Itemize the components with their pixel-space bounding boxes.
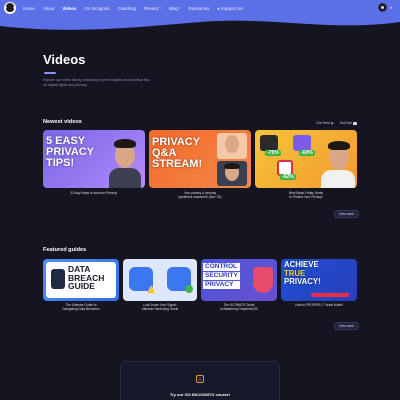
featured-guides-heading: Featured guides [43, 247, 87, 253]
thumb-text: TIPS! [46, 157, 75, 169]
thumb-text: CONTROL [203, 263, 240, 272]
link-label: Our Feed [316, 121, 330, 125]
nav-label: Videos [62, 5, 77, 11]
guide-thumbnail[interactable]: CONTROL SECURITY PRIVACY [201, 259, 277, 301]
thumb-text: PRIVACY! [284, 277, 321, 287]
discount-badge: -60% [299, 150, 315, 156]
user-avatar-icon[interactable] [378, 3, 388, 12]
guide-card-threat-model[interactable]: ACHIEVE TRUE PRIVACY! How to PROPERLY Th… [281, 259, 357, 319]
thumb-text: STREAM! [152, 158, 203, 170]
guide-thumbnail[interactable]: DATA BREACH GUIDE [43, 259, 119, 301]
thumb-text: PRIVACY [203, 281, 240, 290]
nav-label: Coaching [117, 5, 136, 11]
chevron-down-icon[interactable]: ▾ [390, 6, 392, 10]
feed-links: Our Feed ◉ YouTube [316, 121, 357, 125]
guide-thumbnail[interactable] [123, 259, 197, 301]
video-card-easy-privacy-tips[interactable]: 5 EASY PRIVACY TIPS! 5 Easy Ways to Impr… [43, 130, 145, 200]
nav-item-privacy[interactable]: Privacy ▾ [141, 4, 164, 13]
page-title: Videos [43, 52, 86, 67]
page-description: Explore our video library, featuring exp… [43, 78, 150, 87]
guide-caption[interactable]: Ultimate Hardening Guide [123, 307, 197, 311]
guide-card-grapheneos[interactable]: CONTROL SECURITY PRIVACY The ULTIMATE Gu… [201, 259, 277, 319]
nav-item-resources[interactable]: Resources [185, 4, 212, 13]
video-thumbnail[interactable]: -75% -60% -62% [255, 130, 357, 188]
checkmark-icon [185, 285, 193, 293]
chevron-down-icon: ▾ [159, 6, 162, 10]
view-more-videos-button[interactable]: View more [334, 210, 359, 218]
video-caption[interactable]: 5 Easy Ways to Improve Privacy! [43, 191, 145, 195]
presenter-figure [321, 170, 355, 188]
presenter-hair [328, 141, 350, 150]
discount-badge: -75% [265, 150, 281, 156]
video-card-privacy-qa-stream[interactable]: PRIVACY Q&A STREAM! Your privacy & secur… [149, 130, 251, 200]
video-card-black-friday-deals[interactable]: -75% -60% -62% Best Black Friday Deals t… [255, 130, 357, 200]
nav-item-about[interactable]: About [40, 4, 57, 13]
view-more-guides-button[interactable]: View more [334, 322, 359, 330]
incognito-course-icon: ◎ [196, 375, 204, 383]
guide-card-signal-hardening[interactable]: Lock Down Your Signal: Ultimate Hardenin… [123, 259, 197, 319]
our-feed-link[interactable]: Our Feed ◉ [316, 121, 333, 125]
video-caption[interactable]: to Protect Your Privacy! [255, 195, 357, 199]
heart-icon: ♥ [217, 5, 220, 11]
header-wave [0, 14, 400, 30]
nav-label: Go Incognito [84, 5, 110, 11]
nav-item-videos[interactable]: Videos [59, 4, 79, 13]
nav-item-blog[interactable]: Blog ▾ [166, 4, 183, 13]
guide-card-data-breaches[interactable]: DATA BREACH GUIDE The Ultimate Guide to … [43, 259, 119, 319]
nav-label: About [42, 5, 55, 11]
rss-icon: ◉ [330, 121, 334, 125]
newest-videos-heading: Newest videos [43, 119, 82, 125]
nav-label: Resources [188, 5, 210, 11]
app-logo-w-icon [260, 135, 278, 151]
title-underline [44, 72, 56, 74]
link-label: YouTube [339, 121, 352, 125]
guide-caption[interactable]: to Mastering GrapheneOS! [201, 307, 277, 311]
course-cta-title[interactable]: Try our GO INCOGNITO course! [120, 392, 280, 397]
presenter-hair [114, 139, 136, 148]
guide-thumbnail[interactable]: ACHIEVE TRUE PRIVACY! [281, 259, 357, 301]
youtube-link[interactable]: YouTube [339, 121, 357, 125]
chevron-down-icon: ▾ [178, 6, 181, 10]
nav-label: Support Us [220, 5, 243, 11]
nav-item-coaching[interactable]: Coaching [114, 4, 139, 13]
thumb-text: GUIDE [68, 281, 95, 291]
nav-item-support-us[interactable]: ♥ Support Us [214, 4, 245, 13]
red-banner [311, 293, 349, 297]
video-thumbnail[interactable]: PRIVACY Q&A STREAM! [149, 130, 251, 188]
nav-label: Privacy [144, 5, 159, 11]
presenter-figure [109, 168, 141, 188]
main-nav: Home About Videos Go Incognito Coaching … [20, 3, 246, 13]
discount-badge: -62% [280, 174, 296, 180]
app-logo-proton-icon [293, 135, 311, 151]
site-logo[interactable] [4, 2, 16, 14]
guest-head [225, 135, 239, 153]
nav-label: Blog [169, 5, 178, 11]
shield-icon [253, 267, 273, 293]
account-menu[interactable]: ▾ [378, 3, 392, 12]
guide-caption[interactable]: Navigating Data Breaches [43, 307, 119, 311]
host-hair [224, 163, 240, 169]
nav-label: Home [23, 5, 35, 11]
thumb-text: SECURITY [203, 272, 240, 281]
video-caption[interactable]: questions answered! (Nov '24) [149, 195, 251, 199]
nav-item-home[interactable]: Home [20, 4, 38, 13]
guide-caption[interactable]: How to PROPERLY Threat Model [281, 303, 357, 307]
nav-item-go-incognito[interactable]: Go Incognito [82, 4, 113, 13]
signal-app-icon [129, 267, 153, 291]
youtube-icon [353, 121, 357, 125]
video-thumbnail[interactable]: 5 EASY PRIVACY TIPS! [43, 130, 145, 188]
id-card-icon [51, 269, 65, 289]
